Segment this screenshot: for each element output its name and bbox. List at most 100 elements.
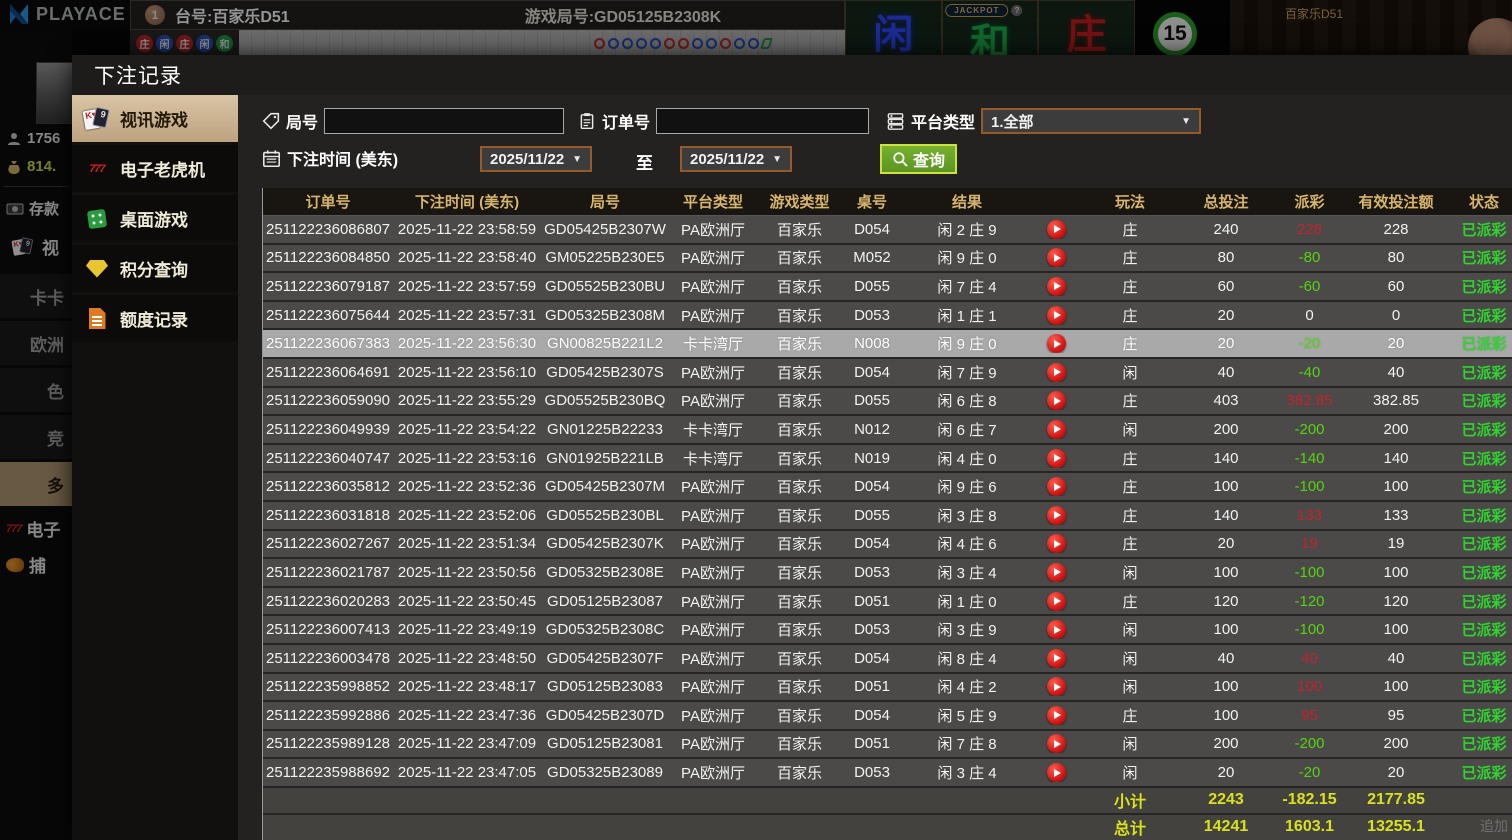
cell-bet-type: 庄 — [1080, 705, 1180, 726]
cell-bet-time: 2025-11-22 23:58:40 — [393, 249, 541, 266]
tab-table-games[interactable]: 桌面游戏 — [72, 195, 238, 242]
replay-button[interactable] — [1047, 334, 1066, 353]
cell-game-type: 百家乐 — [757, 733, 842, 754]
cell-result: 闲 4 庄 0 — [902, 448, 1032, 469]
cell-bet-time: 2025-11-22 23:56:10 — [393, 364, 541, 381]
cell-bet-type: 庄 — [1080, 219, 1180, 240]
cell-total-bet: 20 — [1180, 335, 1272, 352]
table-row[interactable]: 251122236084850 2025-11-22 23:58:40 GM05… — [263, 245, 1512, 274]
replay-button[interactable] — [1047, 477, 1066, 496]
replay-button[interactable] — [1047, 677, 1066, 696]
table-row[interactable]: 251122236067383 2025-11-22 23:56:30 GN00… — [263, 330, 1512, 359]
cell-payout: 0 — [1272, 307, 1347, 324]
replay-button[interactable] — [1047, 649, 1066, 668]
cell-total-bet: 140 — [1180, 450, 1272, 467]
cell-bet-type: 庄 — [1080, 333, 1180, 354]
table-row[interactable]: 251122236021787 2025-11-22 23:50:56 GD05… — [263, 559, 1512, 588]
cell-status: 已派彩 — [1445, 648, 1512, 669]
cell-bet-time: 2025-11-22 23:47:09 — [393, 735, 541, 752]
table-row[interactable]: 251122235998852 2025-11-22 23:48:17 GD05… — [263, 674, 1512, 703]
table-row[interactable]: 251122236031818 2025-11-22 23:52:06 GD05… — [263, 502, 1512, 531]
cell-status: 已派彩 — [1445, 733, 1512, 754]
replay-button[interactable] — [1047, 449, 1066, 468]
cell-round-id: GD05125B23083 — [541, 678, 669, 695]
cell-result: 闲 9 庄 0 — [902, 247, 1032, 268]
cell-total-bet: 100 — [1180, 678, 1272, 695]
cell-result: 闲 3 庄 9 — [902, 619, 1032, 640]
table-row[interactable]: 251122236003478 2025-11-22 23:48:50 GD05… — [263, 645, 1512, 674]
cell-replay — [1032, 449, 1080, 468]
replay-button[interactable] — [1047, 734, 1066, 753]
play-icon — [1054, 282, 1061, 290]
replay-button[interactable] — [1047, 506, 1066, 525]
tab-video-games[interactable]: K♥9 视讯游戏 — [72, 95, 238, 142]
table-row[interactable]: 251122236027267 2025-11-22 23:51:34 GD05… — [263, 531, 1512, 560]
cell-table-no: D055 — [842, 392, 902, 409]
cell-total-bet: 200 — [1180, 421, 1272, 438]
cell-status: 已派彩 — [1445, 619, 1512, 640]
replay-button[interactable] — [1047, 391, 1066, 410]
table-row[interactable]: 251122236035812 2025-11-22 23:52:36 GD05… — [263, 473, 1512, 502]
replay-button[interactable] — [1047, 706, 1066, 725]
cell-replay — [1032, 334, 1080, 353]
date-from-select[interactable]: 2025/11/22 ▼ — [480, 146, 592, 172]
cell-total-bet: 100 — [1180, 707, 1272, 724]
replay-button[interactable] — [1047, 220, 1066, 239]
cell-table-no: N019 — [842, 450, 902, 467]
cell-status: 已派彩 — [1445, 419, 1512, 440]
replay-button[interactable] — [1047, 306, 1066, 325]
replay-button[interactable] — [1047, 563, 1066, 582]
table-row[interactable]: 251122236007413 2025-11-22 23:49:19 GD05… — [263, 616, 1512, 645]
table-row[interactable]: 251122235992886 2025-11-22 23:47:36 GD05… — [263, 702, 1512, 731]
replay-button[interactable] — [1047, 763, 1066, 782]
cell-game-type: 百家乐 — [757, 619, 842, 640]
cell-result: 闲 5 庄 9 — [902, 705, 1032, 726]
cell-game-type: 百家乐 — [757, 448, 842, 469]
table-row[interactable]: 251122235988692 2025-11-22 23:47:05 GD05… — [263, 759, 1512, 788]
table-row[interactable]: 251122236020283 2025-11-22 23:50:45 GD05… — [263, 588, 1512, 617]
cell-table-no: D053 — [842, 307, 902, 324]
round-input[interactable] — [324, 108, 564, 134]
play-icon — [1054, 454, 1061, 462]
replay-button[interactable] — [1047, 534, 1066, 553]
replay-button[interactable] — [1047, 592, 1066, 611]
table-row[interactable]: 251122236049939 2025-11-22 23:54:22 GN01… — [263, 416, 1512, 445]
cell-result: 闲 7 庄 4 — [902, 276, 1032, 297]
cell-platform: 卡卡湾厅 — [669, 448, 757, 469]
cell-valid-bet: 140 — [1347, 450, 1445, 467]
cell-game-type: 百家乐 — [757, 276, 842, 297]
replay-button[interactable] — [1047, 620, 1066, 639]
replay-button[interactable] — [1047, 363, 1066, 382]
replay-button[interactable] — [1047, 420, 1066, 439]
cell-round-id: GN01225B22233 — [541, 421, 669, 438]
cell-game-type: 百家乐 — [757, 476, 842, 497]
cell-order-id: 251122236007413 — [263, 621, 393, 638]
tab-credit-records[interactable]: 额度记录 — [72, 295, 238, 342]
table-row[interactable]: 251122236079187 2025-11-22 23:57:59 GD05… — [263, 273, 1512, 302]
tab-slot-machines[interactable]: 777 电子老虎机 — [72, 145, 238, 192]
cell-platform: 卡卡湾厅 — [669, 419, 757, 440]
table-row[interactable]: 251122236059090 2025-11-22 23:55:29 GD05… — [263, 388, 1512, 417]
cell-order-id: 251122236021787 — [263, 564, 393, 581]
table-row[interactable]: 251122236040747 2025-11-22 23:53:16 GN01… — [263, 445, 1512, 474]
cell-valid-bet: 60 — [1347, 278, 1445, 295]
date-to-select[interactable]: 2025/11/22 ▼ — [680, 146, 792, 172]
cell-replay — [1032, 734, 1080, 753]
order-input[interactable] — [656, 108, 869, 134]
cell-table-no: D051 — [842, 593, 902, 610]
cell-status: 已派彩 — [1445, 533, 1512, 554]
table-row[interactable]: 251122236075644 2025-11-22 23:57:31 GD05… — [263, 302, 1512, 331]
replay-button[interactable] — [1047, 248, 1066, 267]
replay-button[interactable] — [1047, 277, 1066, 296]
cell-game-type: 百家乐 — [757, 333, 842, 354]
platform-select[interactable]: 1.全部 ▼ — [981, 108, 1201, 134]
cell-replay — [1032, 706, 1080, 725]
cell-payout: 95 — [1272, 707, 1347, 724]
tab-points-query[interactable]: 积分查询 — [72, 245, 238, 292]
table-row[interactable]: 251122235989128 2025-11-22 23:47:09 GD05… — [263, 731, 1512, 760]
search-button[interactable]: 查询 — [880, 144, 957, 174]
date-to-group: 2025/11/22 ▼ — [680, 146, 792, 172]
table-row[interactable]: 251122236064691 2025-11-22 23:56:10 GD05… — [263, 359, 1512, 388]
cell-game-type: 百家乐 — [757, 219, 842, 240]
table-row[interactable]: 251122236086807 2025-11-22 23:58:59 GD05… — [263, 216, 1512, 245]
